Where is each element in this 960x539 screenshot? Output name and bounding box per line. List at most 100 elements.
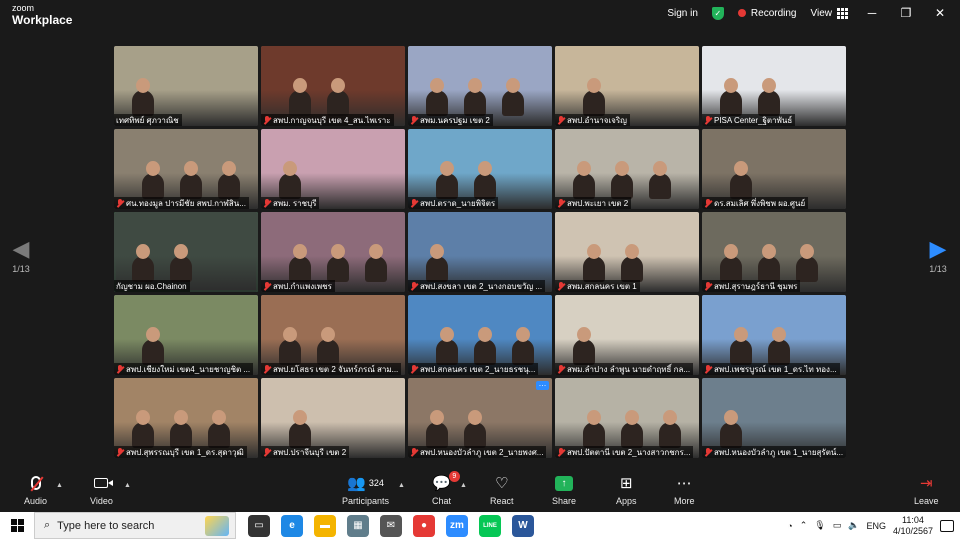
participant-tile[interactable]: กัญชาม ผอ.Chainon [114,212,258,292]
restore-button[interactable]: ❐ [896,6,916,20]
participant-name: ดร.สมเลิศ พึ่งพิชพ ผอ.ศูนย์ [714,198,806,208]
participant-name: สพป.หนองบัวลำภู เขต 2_นายพงศ... [420,447,544,457]
participant-nameplate: สพป.พะเยา เขต 2 [555,197,632,209]
react-button[interactable]: ♡ React [490,474,514,506]
minimize-button[interactable]: ─ [862,6,882,20]
participant-figure [142,327,164,365]
video-options-caret-icon[interactable]: ▲ [124,482,131,489]
chevron-right-icon: ▶ [929,236,947,261]
participant-nameplate: สพป.หนองบัวลำภู เขต 1_นายสุรัตน์... [702,446,846,458]
mail-icon[interactable]: ✉ [380,514,402,537]
word-icon[interactable]: W [512,514,534,537]
edge-icon[interactable]: e [281,514,303,537]
show-hidden-icons-icon[interactable]: ⌃ [800,520,808,531]
participant-tile[interactable]: สพม.สกลนคร เขต 1 [555,212,699,292]
recording-dot-icon [737,9,746,17]
share-button[interactable]: ↑ Share [552,474,576,506]
participant-tile[interactable]: PISA Center_ฐิตาพันธ์ [702,46,846,126]
previous-page-button[interactable]: ◀ 1/13 [1,236,41,275]
language-indicator[interactable]: ENG [866,521,886,531]
file-explorer-icon[interactable]: ▬ [314,514,336,537]
chrome-icon[interactable]: ● [413,514,435,537]
chat-options-caret-icon[interactable]: ▲ [460,482,467,489]
network-icon[interactable]: ▭ [833,520,842,531]
participant-figure [289,410,311,448]
store-icon[interactable]: ▦ [347,514,369,537]
audio-button[interactable]: Audio [24,474,47,506]
muted-microphone-icon [263,115,271,125]
participant-tile[interactable]: สพป.อำนาจเจริญ [555,46,699,126]
tile-more-options-button[interactable]: … [536,380,549,390]
start-button[interactable] [0,512,34,539]
participant-figure [621,244,643,282]
participant-tile[interactable]: สพม.ลำปาง ลำพูน นายดำฤทธิ์ กล... [555,295,699,375]
participant-tile[interactable]: สพป.กาญจนบุรี เขต 4_สน.ไพเราะ [261,46,405,126]
participant-tile[interactable]: สพป.หนองบัวลำภู เขต 1_นายสุรัตน์... [702,378,846,458]
recording-indicator[interactable]: Recording [737,8,797,19]
participant-tile[interactable]: … สพป.หนองบัวลำภู เขต 2_นายพงศ... [408,378,552,458]
participants-options-caret-icon[interactable]: ▲ [398,482,405,489]
audio-options-caret-icon[interactable]: ▲ [56,482,63,489]
title-bar: zoom Workplace Sign in ✓ Recording View … [0,0,960,30]
view-button[interactable]: View [811,7,848,19]
participant-tile[interactable]: สพป.สุราษฎร์ธานี ชุมพร [702,212,846,292]
leave-button[interactable]: ⇥ Leave [914,474,939,506]
participant-tile[interactable]: สพป.เพชรบูรณ์ เขต 1_ดร.ไท ทอง... [702,295,846,375]
participant-tile[interactable]: สพป.สุพรรณบุรี เขต 1_ดร.สุดาวุฒิ [114,378,258,458]
participant-name: สพป.สุราษฎร์ธานี ชุมพร [714,281,798,291]
participant-tile[interactable]: สพป.ปัตตานี เขต 2_นางสาวกชกร... [555,378,699,458]
people-icon[interactable]: ◔ [787,521,792,531]
microphone-tray-icon[interactable]: 🎙 [814,520,825,531]
participant-nameplate: สพป.ตราด_นายพิจิตร [408,197,499,209]
zoom-icon[interactable]: zm [446,514,468,537]
participant-tile[interactable]: สพป.กำแพงเพชร [261,212,405,292]
participant-name: สพป.ปัตตานี เขต 2_นางสาวกชกร... [567,447,691,457]
more-button[interactable]: ⋯ More [674,474,695,506]
participant-tile[interactable]: สพป.ยโสธร เขต 2 จันทร์ภรณ์ สาม... [261,295,405,375]
participant-name: สพป.หนองบัวลำภู เขต 1_นายสุรัตน์... [714,447,844,457]
volume-icon[interactable]: 🔈 [848,520,859,531]
participant-figure [512,327,534,365]
participant-tile[interactable]: สพป.ตราด_นายพิจิตร [408,129,552,209]
page-indicator-right: 1/13 [929,264,947,274]
participant-tile[interactable]: สพม. ราชบุรี [261,129,405,209]
clock[interactable]: 11:04 4/10/2567 [893,515,933,537]
participant-tile[interactable]: สพป.สงขลา เขต 2_นางกอบขวัญ ... [408,212,552,292]
muted-microphone-icon [410,115,418,125]
participant-tile[interactable]: สพป.พะเยา เขต 2 [555,129,699,209]
sign-in-link[interactable]: Sign in [667,8,698,19]
participant-figure [720,78,742,116]
next-page-button[interactable]: ▶ 1/13 [918,236,958,275]
participant-nameplate: สพป.กำแพงเพชร [261,280,335,292]
participant-tile[interactable]: ดร.สมเลิศ พึ่งพิชพ ผอ.ศูนย์ [702,129,846,209]
participant-tile[interactable]: เทศทิพย์ ศุภวาณิช [114,46,258,126]
participant-tile[interactable]: สพป.เชียงใหม่ เขต4_นายชาญชิต ... [114,295,258,375]
search-input[interactable] [57,519,188,532]
participant-tile[interactable]: สพป.ปราจีนบุรี เขต 2 [261,378,405,458]
security-shield-icon[interactable]: ✓ [711,6,724,20]
close-button[interactable]: ✕ [930,6,950,20]
taskbar-search[interactable]: ⌕ [34,512,236,539]
muted-microphone-icon [263,198,271,208]
participant-figure [621,410,643,448]
video-button[interactable]: Video [90,474,114,506]
chevron-left-icon: ◀ [12,236,30,261]
line-icon[interactable]: LINE [479,514,501,537]
participant-nameplate: เทศทิพย์ ศุภวาณิช [114,114,182,126]
notification-center-icon[interactable] [940,519,954,532]
participant-figure [464,78,486,116]
participants-button[interactable]: 👥 324 Participants [342,474,389,506]
participant-nameplate: สพป.สกลนคร เขต 2_นายธรชนุ... [408,363,539,375]
participant-tile[interactable]: สพม.นครปฐม เขต 2 [408,46,552,126]
muted-microphone-icon [410,364,418,374]
participant-name: สพม. ราชบุรี [273,198,317,208]
chat-button[interactable]: 💬 9 Chat [432,471,460,506]
participant-tile[interactable]: ศน.ทองมูล ปารมีชัย สพป.กาฬสิน... [114,129,258,209]
participant-tile[interactable]: สพป.สกลนคร เขต 2_นายธรชนุ... [408,295,552,375]
task-view-icon[interactable]: ▭ [248,514,270,537]
participant-figure [180,161,202,199]
participant-figure [142,161,164,199]
participant-figure [132,244,154,282]
participant-nameplate: สพม.ลำปาง ลำพูน นายดำฤทธิ์ กล... [555,363,694,375]
apps-button[interactable]: ⊞ Apps [616,474,637,506]
